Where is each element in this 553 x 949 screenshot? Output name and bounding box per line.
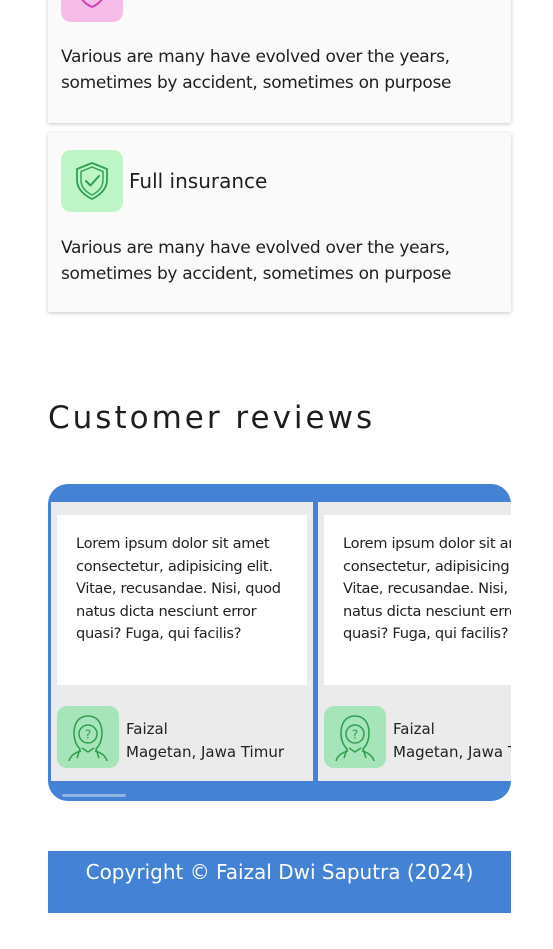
review-text: Lorem ipsum dolor sit amet consectetur, … — [343, 535, 511, 642]
hijab-person-question-icon: ? — [335, 715, 375, 762]
feature-title: Full insurance — [129, 169, 268, 193]
avatar: ? — [324, 706, 386, 768]
carousel-scrollbar-thumb[interactable] — [62, 794, 126, 797]
avatar: ? — [57, 706, 119, 768]
review-author-location: Magetan, Jawa Timur — [126, 743, 284, 761]
carousel-scrollbar[interactable] — [62, 794, 497, 797]
feature-icon-box — [61, 150, 123, 212]
review-author-name: Faizal — [393, 720, 435, 738]
feature-card: Full insurance Various are many have evo… — [48, 133, 511, 312]
svg-text:?: ? — [352, 728, 358, 742]
shield-icon — [81, 0, 103, 9]
feature-icon-box — [61, 0, 123, 22]
svg-text:?: ? — [85, 728, 91, 742]
review-author-location: Magetan, Jawa Timur — [393, 743, 511, 761]
review-text: Lorem ipsum dolor sit amet consectetur, … — [76, 535, 281, 642]
feature-description: Various are many have evolved over the y… — [61, 238, 452, 284]
feature-card: Various are many have evolved over the y… — [48, 0, 511, 123]
reviews-carousel[interactable]: Lorem ipsum dolor sit amet consectetur, … — [48, 484, 511, 801]
review-card: Lorem ipsum dolor sit amet consectetur, … — [51, 502, 313, 781]
copyright-text: Copyright © Faizal Dwi Saputra (2024) — [85, 860, 474, 884]
review-author-name: Faizal — [126, 720, 168, 738]
feature-description: Various are many have evolved over the y… — [61, 47, 452, 93]
review-quote-box: Lorem ipsum dolor sit amet consectetur, … — [57, 515, 307, 685]
review-quote-box: Lorem ipsum dolor sit amet consectetur, … — [324, 515, 511, 685]
review-card: Lorem ipsum dolor sit amet consectetur, … — [318, 502, 511, 781]
footer: Copyright © Faizal Dwi Saputra (2024) — [48, 851, 511, 913]
shield-check-icon — [76, 162, 108, 201]
hijab-person-question-icon: ? — [68, 715, 108, 762]
reviews-section-title: Customer reviews — [48, 400, 376, 436]
